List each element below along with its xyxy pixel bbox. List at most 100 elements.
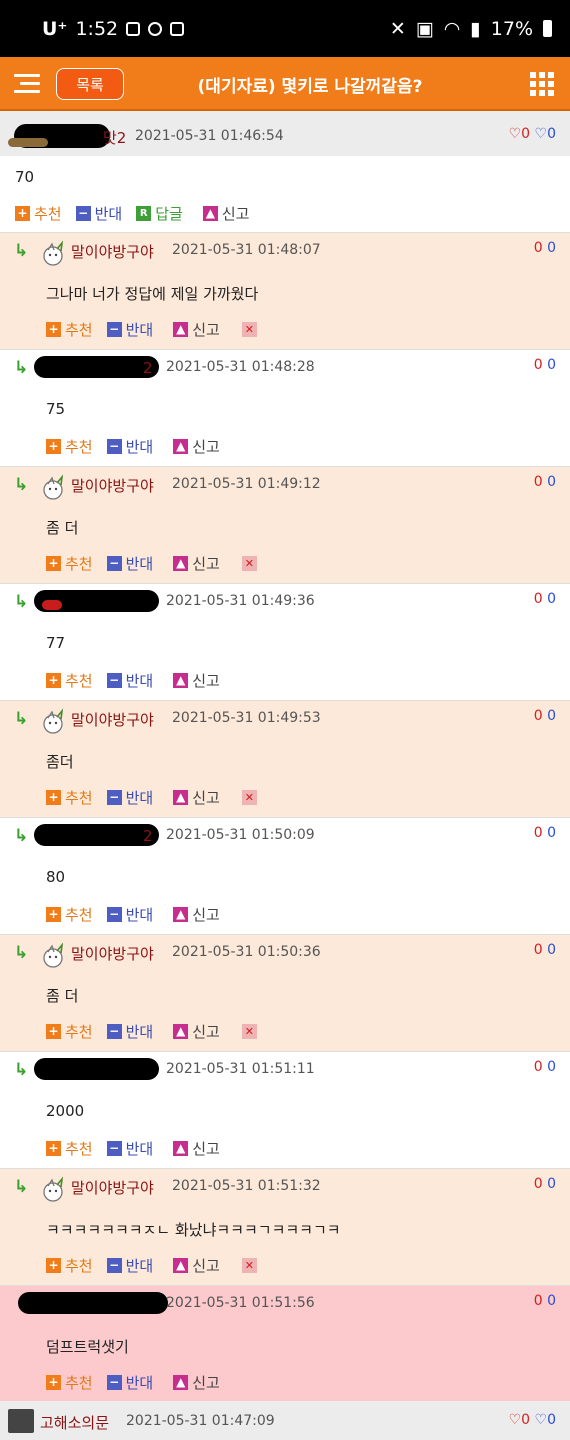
down-count[interactable]: 0 — [547, 474, 556, 490]
report-button[interactable]: ▲ 신고 — [173, 1372, 220, 1393]
reply-author[interactable]: 말이야방구야 — [71, 241, 154, 262]
reply-votes[interactable]: 0 0 — [534, 474, 556, 490]
reply-votes[interactable]: 0 0 — [534, 942, 556, 958]
reply-author[interactable]: 2 — [143, 359, 153, 377]
report-button[interactable]: ▲ 신고 — [173, 436, 220, 457]
recommend-button[interactable]: + 추천 — [46, 1138, 93, 1159]
comment-author[interactable]: 고해소의문 — [40, 1412, 109, 1433]
report-button[interactable]: ▲ 신고 — [173, 1138, 220, 1159]
close-icon: ✕ — [241, 790, 257, 805]
delete-button[interactable]: ✕ — [241, 790, 261, 805]
avatar — [40, 1176, 66, 1202]
list-button[interactable]: 목록 — [56, 68, 124, 100]
oppose-button[interactable]: − 반대 — [106, 319, 153, 340]
up-count[interactable]: 0 — [534, 591, 543, 607]
report-button[interactable]: ▲ 신고 — [173, 319, 220, 340]
up-count[interactable]: 0 — [534, 1293, 543, 1309]
oppose-button[interactable]: − 반대 — [106, 787, 153, 808]
down-count[interactable]: 0 — [547, 942, 556, 958]
reply-author[interactable]: 2 — [143, 827, 153, 845]
report-button[interactable]: ▲ 신고 — [173, 787, 220, 808]
thumbs-down-icon[interactable]: ♡ — [535, 126, 548, 142]
reply-arrow-icon: ↳ — [14, 943, 29, 963]
down-count[interactable]: 0 — [547, 357, 556, 373]
redaction-mark — [34, 1058, 159, 1080]
up-count[interactable]: 0 — [534, 1059, 543, 1075]
carrier-label: U⁺ — [42, 17, 68, 40]
oppose-button[interactable]: − 반대 — [106, 1255, 153, 1276]
down-count[interactable]: 0 — [547, 240, 556, 256]
up-count[interactable]: 0 — [534, 240, 543, 256]
report-button[interactable]: ▲ 신고 — [173, 904, 220, 925]
report-button[interactable]: ▲ 신고 — [202, 203, 249, 224]
delete-button[interactable]: ✕ — [241, 1258, 261, 1273]
mute-icon: ✕ — [389, 17, 406, 40]
reply-votes[interactable]: 0 0 — [534, 825, 556, 841]
comment-author[interactable]: 맛2 — [103, 127, 126, 148]
recommend-button[interactable]: + 추천 — [46, 553, 93, 574]
down-count[interactable]: 0 — [547, 1293, 556, 1309]
report-button[interactable]: ▲ 신고 — [173, 1255, 220, 1276]
up-count[interactable]: 0 — [534, 942, 543, 958]
oppose-button[interactable]: − 반대 — [106, 1138, 153, 1159]
minus-icon: − — [106, 907, 122, 922]
reply-votes[interactable]: 0 0 — [534, 1059, 556, 1075]
reply-author[interactable]: 말이야방구야 — [71, 943, 154, 964]
reply-item: 2021-05-31 01:51:56 0 0 덤프트럭샛기 + 추천 − 반대 ▲ 신고 — [0, 1286, 570, 1403]
grid-menu-icon[interactable] — [530, 72, 554, 96]
report-button[interactable]: ▲ 신고 — [173, 1021, 220, 1042]
recommend-button[interactable]: + 추천 — [46, 670, 93, 691]
up-count[interactable]: 0 — [534, 825, 543, 841]
delete-button[interactable]: ✕ — [241, 556, 261, 571]
recommend-button[interactable]: + 추천 — [46, 1255, 93, 1276]
up-count[interactable]: 0 — [534, 357, 543, 373]
comment-time: 2021-05-31 01:47:09 — [126, 1413, 275, 1429]
oppose-button[interactable]: − 반대 — [75, 203, 122, 224]
recommend-button[interactable]: + 추천 — [46, 319, 93, 340]
oppose-button[interactable]: − 반대 — [106, 670, 153, 691]
reply-author[interactable]: 말이야방구야 — [71, 709, 154, 730]
recommend-button[interactable]: + 추천 — [46, 1021, 93, 1042]
down-count[interactable]: 0 — [547, 591, 556, 607]
menu-icon[interactable] — [14, 74, 40, 94]
minus-icon: − — [106, 1141, 122, 1156]
oppose-button[interactable]: − 반대 — [106, 1372, 153, 1393]
delete-button[interactable]: ✕ — [241, 1024, 261, 1039]
oppose-button[interactable]: − 반대 — [106, 553, 153, 574]
reply-votes[interactable]: 0 0 — [534, 708, 556, 724]
reply-votes[interactable]: 0 0 — [534, 591, 556, 607]
delete-button[interactable]: ✕ — [241, 322, 261, 337]
top-bar: 목록 (대기자료) 몇키로 나갈꺼같음? — [0, 57, 570, 111]
reply-votes[interactable]: 0 0 — [534, 1176, 556, 1192]
down-count[interactable]: 0 — [547, 1176, 556, 1192]
up-count[interactable]: 0 — [534, 708, 543, 724]
reply-votes[interactable]: 0 0 — [534, 357, 556, 373]
oppose-button[interactable]: − 반대 — [106, 436, 153, 457]
recommend-button[interactable]: + 추천 — [15, 203, 62, 224]
reply-button[interactable]: R 답글 — [136, 203, 183, 224]
recommend-button[interactable]: + 추천 — [46, 1372, 93, 1393]
reply-votes[interactable]: 0 0 — [534, 240, 556, 256]
report-button[interactable]: ▲ 신고 — [173, 553, 220, 574]
siren-icon: ▲ — [173, 790, 189, 805]
recommend-button[interactable]: + 추천 — [46, 436, 93, 457]
recommend-button[interactable]: + 추천 — [46, 904, 93, 925]
thumbs-down-icon[interactable]: ♡ — [535, 1412, 548, 1428]
comment-votes[interactable]: ♡0 ♡0 — [509, 126, 556, 142]
up-count[interactable]: 0 — [534, 1176, 543, 1192]
down-count[interactable]: 0 — [547, 708, 556, 724]
reply-votes[interactable]: 0 0 — [534, 1293, 556, 1309]
oppose-button[interactable]: − 반대 — [106, 904, 153, 925]
report-button[interactable]: ▲ 신고 — [173, 670, 220, 691]
reply-author[interactable]: 말이야방구야 — [71, 475, 154, 496]
redaction-mark — [8, 138, 48, 147]
comment-votes[interactable]: ♡0 ♡0 — [509, 1412, 556, 1428]
thumbs-up-icon[interactable]: ♡ — [509, 126, 522, 142]
recommend-button[interactable]: + 추천 — [46, 787, 93, 808]
down-count[interactable]: 0 — [547, 825, 556, 841]
thumbs-up-icon[interactable]: ♡ — [509, 1412, 522, 1428]
oppose-button[interactable]: − 반대 — [106, 1021, 153, 1042]
up-count[interactable]: 0 — [534, 474, 543, 490]
reply-author[interactable]: 말이야방구야 — [71, 1177, 154, 1198]
down-count[interactable]: 0 — [547, 1059, 556, 1075]
